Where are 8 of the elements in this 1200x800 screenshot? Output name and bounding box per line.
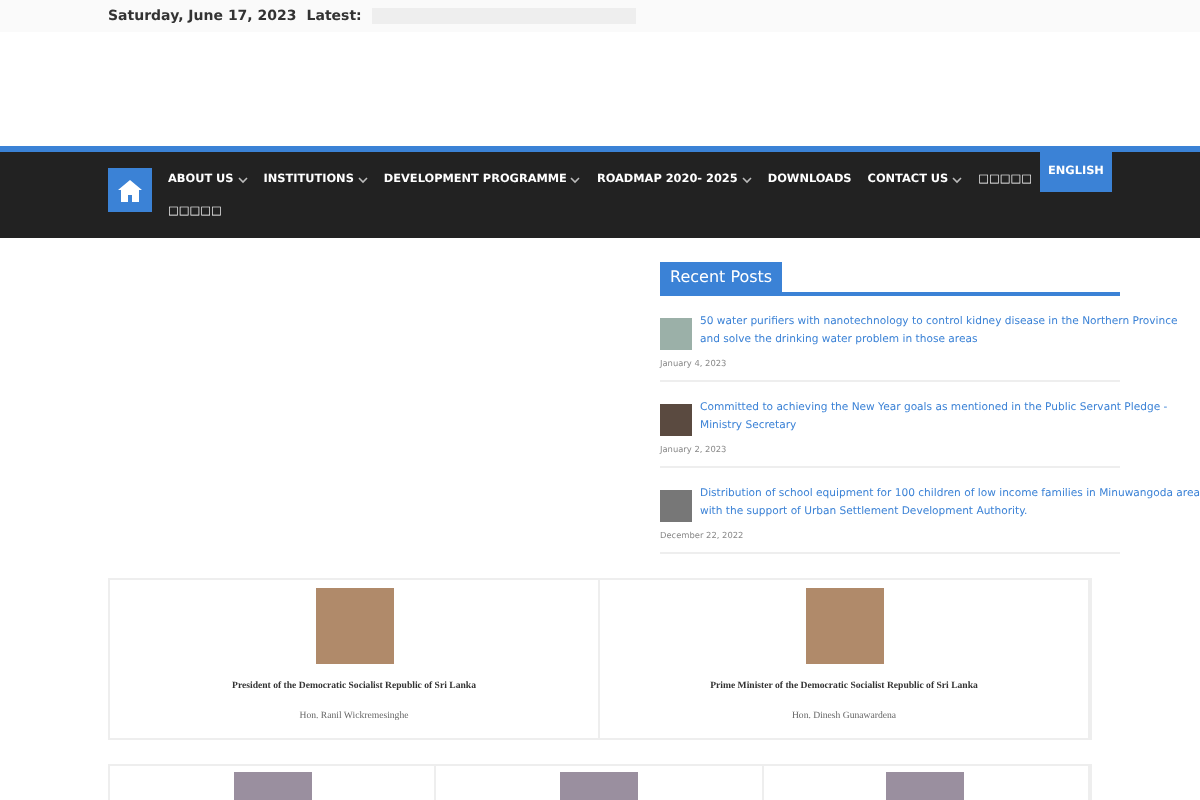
post-thumbnail (660, 318, 692, 350)
home-icon (118, 179, 142, 201)
home-button[interactable] (108, 168, 152, 212)
photo-placeholder (315, 588, 393, 664)
post-thumbnail (660, 490, 692, 522)
post-thumbnail (660, 404, 692, 436)
section-heading: Recent Posts (660, 262, 783, 292)
photo-placeholder (805, 588, 883, 664)
